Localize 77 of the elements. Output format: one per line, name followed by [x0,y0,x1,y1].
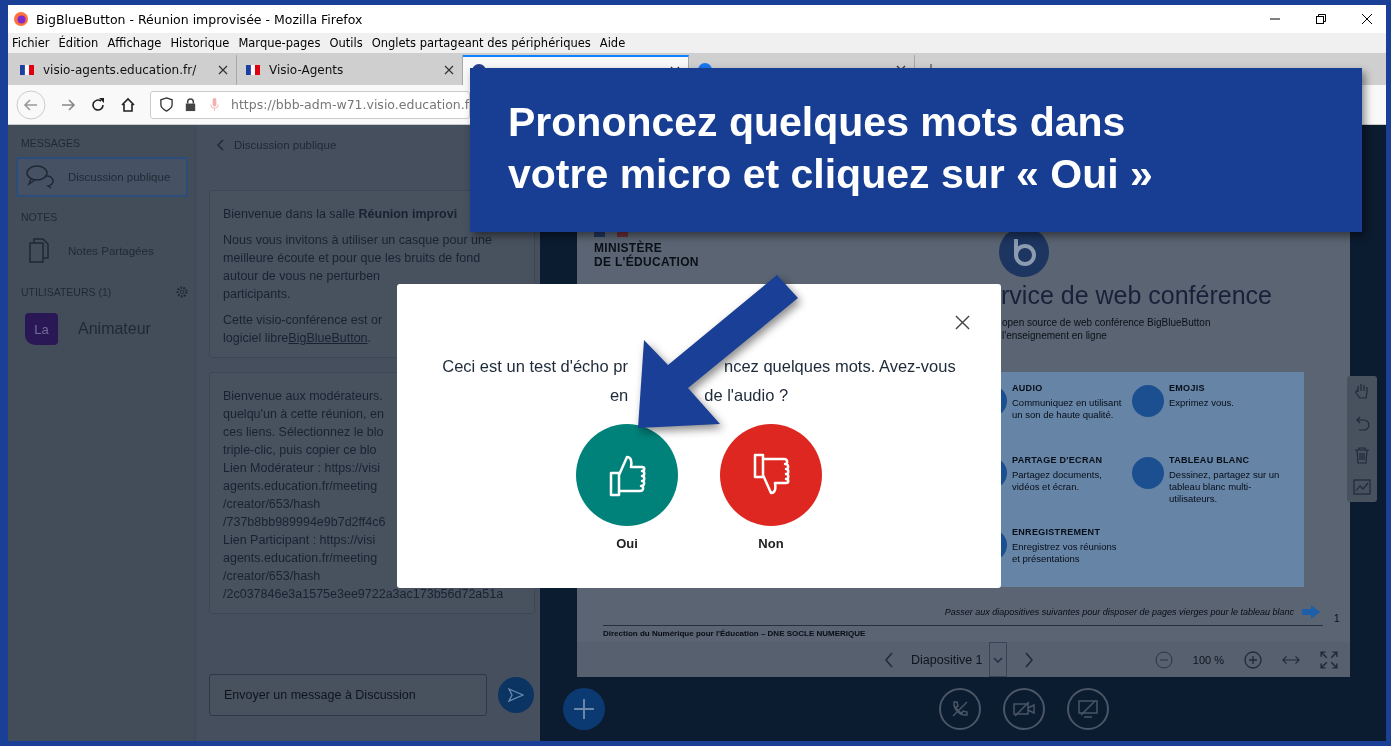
slide-subtitle: l'enseignement en ligne [1002,330,1107,341]
plus-icon [573,698,595,720]
slide-footer: Direction du Numérique pour l'Éducation – DNE SOCLE NUMERIQUE [603,629,866,638]
feature-text: Enregistrez vos réunions et présentations [1012,541,1117,565]
hand-icon[interactable] [1353,382,1371,400]
feature-title: EMOJIS [1169,383,1206,393]
feature-icon [1132,385,1164,417]
menu-item[interactable]: Onglets partageant des périphériques [371,36,591,50]
dialog-message-text: ncez quelques mots. Avez-vous [723,356,956,377]
send-icon [508,687,524,703]
thumbs-up-icon [607,453,647,497]
fullscreen-icon[interactable] [1320,650,1338,669]
shield-icon [159,97,174,112]
chat-bubbles-icon [26,164,54,190]
ministry-text: MINISTÈRE [594,241,663,255]
phone-off-icon [950,699,970,719]
home-icon[interactable] [120,96,136,113]
lock-icon [183,97,198,112]
camera-off-icon [1013,701,1035,717]
feature-text: Communiquez en utilisant un son de haute qualité. [1012,397,1122,421]
feature-title: AUDIO [1012,383,1044,393]
dialog-message-text: en [609,385,629,406]
back-icon[interactable] [16,89,46,120]
restore-icon[interactable] [1316,14,1326,24]
flag-icon [19,62,35,78]
chevron-left-icon [217,139,225,151]
answer-label: Oui [616,536,638,551]
zoom-out-icon[interactable] [1154,650,1173,669]
menu-item[interactable]: Marque-pages [238,36,321,50]
callout-tooltip: Prononcez quelques mots dans votre micro et cliquez sur « Oui » [470,68,1362,232]
microphone-icon [207,97,222,112]
feature-title: PARTAGE D'ECRAN [1012,455,1103,465]
dialog-message-text: de l'audio ? [704,385,789,406]
reload-icon[interactable] [90,96,106,113]
previous-slide-icon[interactable] [883,651,895,668]
right-arrow-icon [1302,605,1320,619]
forward-icon[interactable] [60,96,76,113]
feature-text: Dessinez, partagez sur un tableau blanc multi- utilisateurs. [1169,469,1280,505]
thumbs-down-icon [751,453,791,497]
screen-off-icon [1078,700,1098,718]
window-title: BigBlueButton - Réunion improvisée - Mozilla Firefox [36,11,363,27]
chart-icon[interactable] [1353,478,1371,496]
feature-text: Partagez documents, vidéos et écran. [1012,469,1103,493]
feature-title: ENREGISTREMENT [1012,527,1102,537]
menu-item[interactable]: Affichage [107,36,162,50]
dropdown-button[interactable] [988,642,1007,677]
menu-item[interactable]: Édition [58,36,99,50]
slide-subtitle: open source de web conférence BigBlueButton [1002,317,1211,328]
phone-button[interactable] [939,688,981,730]
slide-hint: Passer aux diapositives suivantes pour disposer de pages vierges pour le tableau blanc [944,607,1294,617]
answer-label: Non [758,536,784,551]
next-slide-icon[interactable] [1022,651,1035,668]
menu-item[interactable]: Fichier [12,36,50,50]
feature-text: Exprimez vous. [1169,397,1234,409]
message-input[interactable]: Envoyer un message à Discussion [209,674,487,716]
chevron-down-icon [992,656,1003,663]
address-field[interactable]: https://bbb-adm-w71.visio.education.f [150,90,470,119]
flag-icon [245,62,261,78]
firefox-icon [13,11,29,27]
camera-off-button[interactable] [1003,688,1045,730]
screen-share-button[interactable] [1067,688,1109,730]
slide-title: rvice de web conférence [1001,281,1272,310]
add-button[interactable] [563,688,605,730]
menu-item[interactable]: Historique [170,36,230,50]
zoom-level: 100 % [1192,653,1224,666]
send-button[interactable] [498,677,534,713]
menu-item[interactable]: Outils [329,36,363,50]
feature-icon [1132,457,1164,489]
settings-icon[interactable] [175,285,189,299]
page-number: 1 [1334,613,1340,624]
ministry-text: DE L'ÉDUCATION [594,255,699,269]
feature-title: TABLEAU BLANC [1169,455,1251,465]
dialog-message-text: Ceci est un test d'écho pr [442,356,628,377]
trash-icon[interactable] [1353,446,1371,464]
zoom-in-icon[interactable] [1244,650,1262,669]
menu-item[interactable]: Aide [599,36,626,50]
user-avatar: La [25,313,58,345]
